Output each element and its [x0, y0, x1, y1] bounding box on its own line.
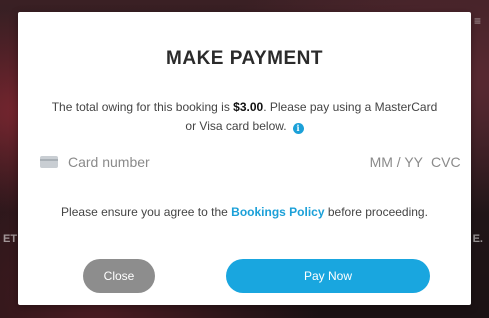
bookings-policy-link[interactable]: Bookings Policy: [231, 205, 324, 219]
close-button[interactable]: Close: [83, 259, 155, 293]
message-prefix: The total owing for this booking is: [51, 100, 234, 114]
background-text-left: ET: [3, 233, 18, 245]
background-text-right: E.: [472, 233, 483, 245]
card-input[interactable]: Card number MM / YY CVC: [40, 151, 463, 173]
card-number-field[interactable]: Card number: [68, 154, 370, 170]
info-icon[interactable]: i: [292, 123, 304, 134]
modal-title: MAKE PAYMENT: [166, 48, 323, 69]
card-expiry-field[interactable]: MM / YY: [370, 154, 423, 170]
credit-card-icon: [40, 156, 58, 168]
payment-message: The total owing for this booking is $3.0…: [48, 98, 441, 136]
background-menu-icon: ≡: [473, 14, 481, 28]
card-cvc-field[interactable]: CVC: [431, 154, 463, 170]
policy-notice: Please ensure you agree to the Bookings …: [48, 202, 441, 223]
agree-suffix: before proceeding.: [324, 205, 428, 219]
pay-now-button[interactable]: Pay Now: [226, 259, 430, 293]
amount-owing: $3.00: [233, 100, 264, 114]
payment-modal: MAKE PAYMENT The total owing for this bo…: [18, 12, 471, 305]
agree-prefix: Please ensure you agree to the: [61, 205, 232, 219]
